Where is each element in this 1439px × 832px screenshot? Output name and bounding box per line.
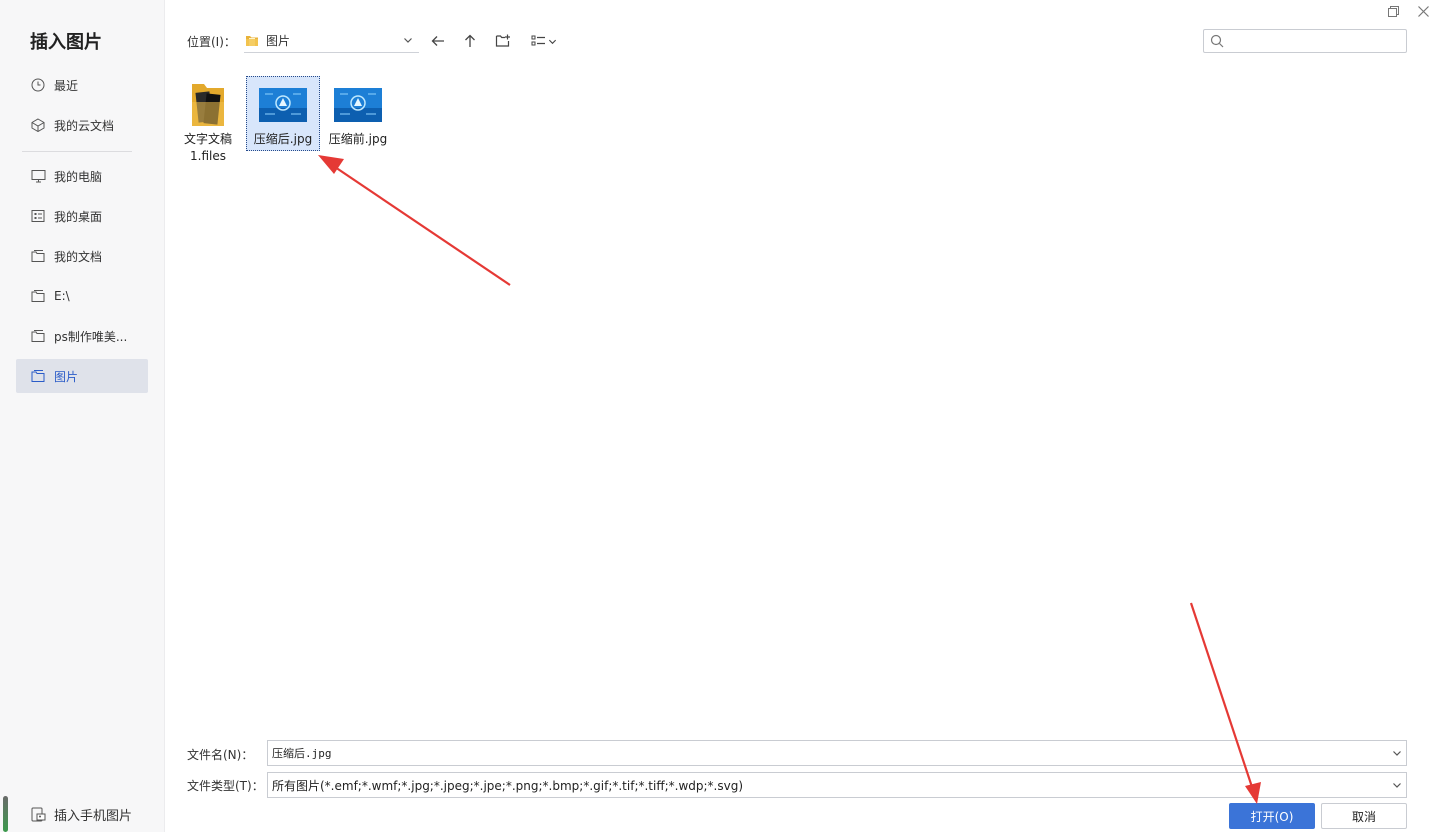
sidebar-item-label: 我的云文档 [54, 118, 115, 133]
folder-icon [244, 33, 260, 48]
current-folder: 图片 [266, 34, 291, 48]
filename-input[interactable]: 压缩后.jpg [267, 740, 1407, 766]
chevron-down-icon[interactable] [1392, 747, 1402, 761]
file-name: 文字文稿1.files [183, 132, 232, 163]
new-folder-button[interactable] [492, 30, 514, 52]
back-button[interactable] [427, 30, 449, 52]
sidebar-item-e-drive[interactable]: E:\ [16, 279, 148, 313]
folder-icon [30, 328, 46, 344]
sidebar-item-ps-folder[interactable]: ps制作唯美... [16, 319, 148, 353]
filetype-value: 所有图片(*.emf;*.wmf;*.jpg;*.jpeg;*.jpe;*.pn… [272, 778, 744, 793]
folder-icon [30, 368, 46, 384]
close-icon [1417, 5, 1430, 18]
sidebar: 插入图片 最近 我的云文档 我的电脑 我的桌面 我的文档 E:\ ps制作唯美.… [0, 0, 165, 832]
sidebar-item-label: 我的文档 [54, 249, 103, 264]
clock-icon [30, 77, 46, 93]
location-dropdown[interactable]: 图片 [244, 29, 419, 53]
sidebar-item-pictures[interactable]: 图片 [16, 359, 148, 393]
file-name: 压缩后.jpg [253, 132, 313, 146]
phone-image-icon [30, 806, 46, 822]
location-label: 位置(I)： [187, 35, 236, 49]
sidebar-item-label: 最近 [54, 78, 79, 93]
restore-window-button[interactable] [1385, 3, 1401, 19]
new-folder-icon [495, 33, 511, 49]
filetype-select[interactable]: 所有图片(*.emf;*.wmf;*.jpg;*.jpeg;*.jpe;*.pn… [267, 772, 1407, 798]
sidebar-item-recent[interactable]: 最近 [16, 68, 148, 102]
folder-thumbnail-icon [188, 79, 228, 131]
sidebar-item-label: 我的桌面 [54, 209, 103, 224]
arrow-left-icon [430, 33, 446, 49]
list-view-icon [531, 34, 547, 48]
desktop-icon [30, 208, 46, 224]
file-item-folder[interactable]: 文字文稿1.files [171, 76, 245, 168]
file-item-compressed-before[interactable]: 压缩前.jpg [321, 76, 395, 151]
insert-mobile-photo-button[interactable]: 插入手机图片 [16, 797, 132, 831]
image-thumbnail-icon [334, 79, 382, 131]
file-name: 压缩前.jpg [328, 132, 388, 146]
up-folder-button[interactable] [459, 30, 481, 52]
search-input[interactable] [1228, 32, 1402, 50]
cloud-box-icon [30, 117, 46, 133]
image-thumbnail-icon [259, 79, 307, 131]
search-icon [1210, 34, 1224, 51]
chevron-down-icon [403, 34, 413, 48]
cancel-button[interactable]: 取消 [1321, 803, 1407, 829]
open-button[interactable]: 打开(O) [1229, 803, 1315, 829]
sidebar-item-my-documents[interactable]: 我的文档 [16, 239, 148, 273]
restore-icon [1387, 5, 1400, 18]
sidebar-item-cloud-docs[interactable]: 我的云文档 [16, 108, 148, 142]
sidebar-item-label: 我的电脑 [54, 169, 103, 184]
close-window-button[interactable] [1415, 3, 1431, 19]
insert-mobile-photo-label: 插入手机图片 [54, 808, 133, 824]
sidebar-item-label: ps制作唯美... [54, 329, 128, 344]
arrow-up-icon [462, 33, 478, 49]
dialog-title: 插入图片 [30, 32, 102, 53]
search-box[interactable] [1203, 29, 1407, 53]
view-mode-button[interactable] [528, 30, 560, 52]
filename-label: 文件名(N)： [187, 748, 254, 762]
sidebar-divider [22, 151, 132, 152]
sidebar-item-label: E:\ [54, 289, 70, 303]
sidebar-item-desktop[interactable]: 我的桌面 [16, 199, 148, 233]
filename-value: 压缩后.jpg [272, 747, 332, 760]
folder-icon [30, 288, 46, 304]
file-item-compressed-after[interactable]: 压缩后.jpg [246, 76, 320, 151]
folder-icon [30, 248, 46, 264]
filetype-label: 文件类型(T)： [187, 779, 264, 793]
status-indicator [3, 796, 8, 832]
annotation-arrow-file [318, 155, 511, 286]
chevron-down-icon [548, 37, 557, 46]
sidebar-item-label: 图片 [54, 369, 79, 384]
monitor-icon [30, 168, 46, 184]
chevron-down-icon[interactable] [1392, 779, 1402, 793]
sidebar-item-my-computer[interactable]: 我的电脑 [16, 159, 148, 193]
